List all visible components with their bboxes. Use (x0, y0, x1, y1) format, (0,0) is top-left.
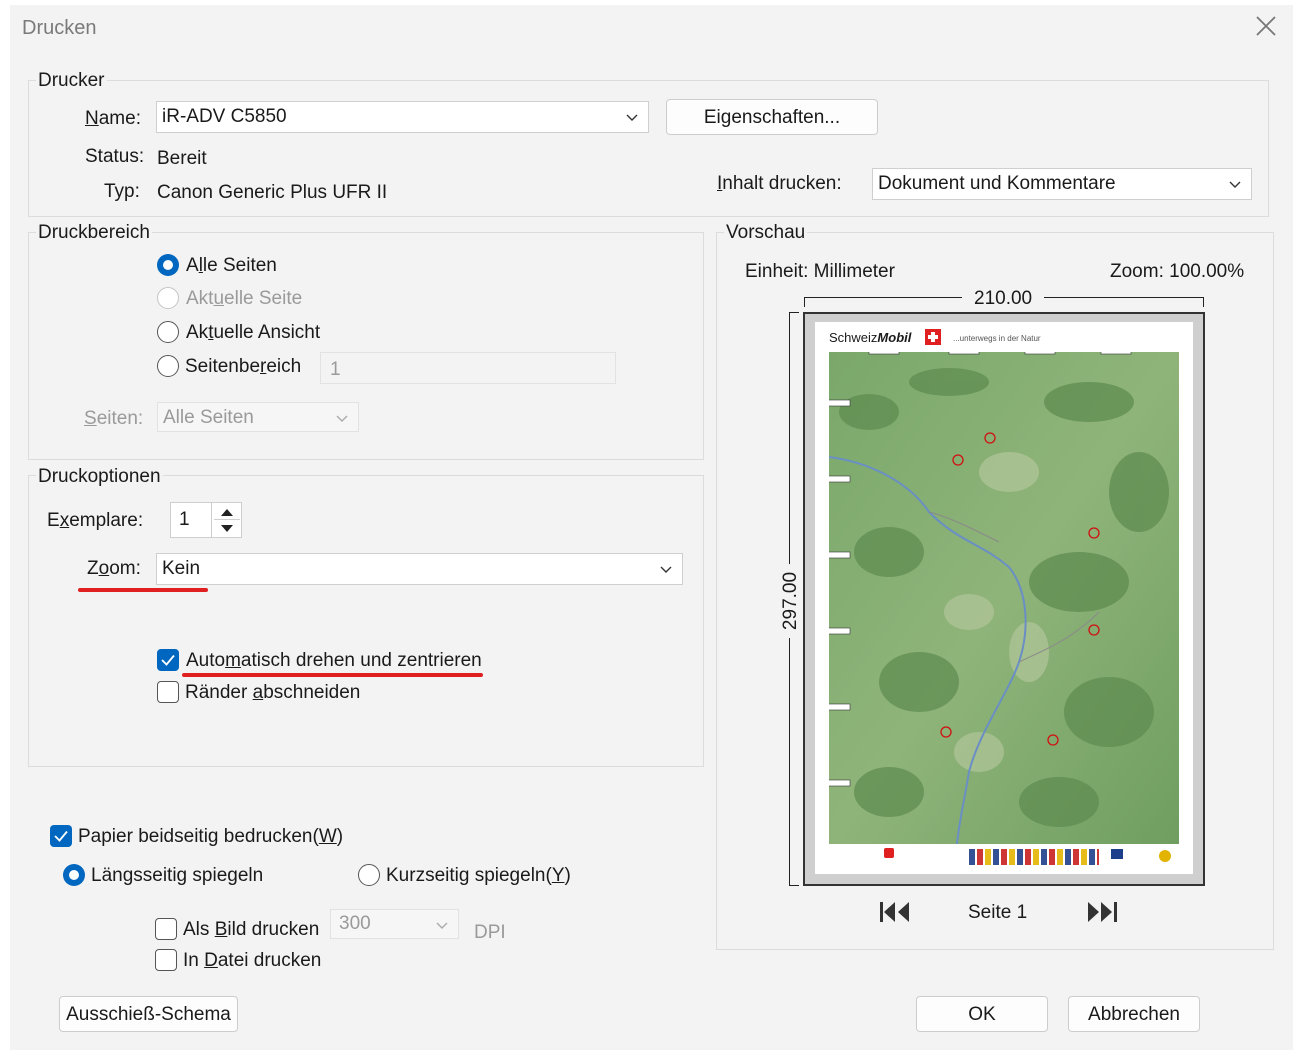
printer-name-value: iR-ADV C5850 (162, 106, 287, 127)
content-value: Dokument und Kommentare (878, 173, 1116, 194)
copies-label: Exemplare: (47, 510, 144, 531)
long-edge-label[interactable]: Längsseitig spiegeln (91, 865, 263, 887)
preview-zoom: Zoom: 100.00% (1110, 261, 1245, 282)
current-view-label[interactable]: Aktuelle Ansicht (186, 322, 320, 344)
checkmark-icon (54, 830, 68, 842)
pages-value: Alle Seiten (163, 407, 254, 428)
type-label: Typ: (104, 181, 140, 202)
as-image-checkbox[interactable] (155, 918, 177, 940)
print-range-legend: Druckbereich (36, 222, 152, 244)
map-tagline: ...unterwegs in der Natur (953, 334, 1041, 343)
dpi-select[interactable]: 300 (330, 909, 459, 939)
checkmark-icon (161, 654, 175, 666)
name-label: Name: (85, 108, 141, 129)
zoom-annotation-underline (78, 588, 208, 592)
map-footer (829, 846, 1179, 870)
chevron-down-icon (626, 114, 638, 121)
properties-button-label: Eigenschaften... (703, 107, 841, 128)
short-edge-label[interactable]: Kurzseitig spiegeln(Y) (386, 865, 571, 887)
copies-spinner[interactable] (211, 503, 242, 537)
duplex-checkbox[interactable] (50, 825, 72, 847)
to-file-checkbox[interactable] (155, 949, 177, 971)
all-pages-label[interactable]: Alle Seiten (186, 255, 277, 277)
page-indicator: Seite 1 (968, 902, 1028, 923)
topographic-map (829, 352, 1179, 844)
imposition-button[interactable]: Ausschieß-Schema (59, 996, 238, 1032)
next-page-icon[interactable] (1086, 900, 1118, 924)
chevron-down-icon (436, 922, 448, 929)
chevron-down-icon (336, 415, 348, 422)
content-label: Inhalt drucken: (717, 173, 842, 194)
printer-name-select[interactable]: iR-ADV C5850 (156, 101, 649, 133)
page-sheet: SchweizMobil ...unterwegs in der Natur (815, 322, 1193, 874)
preview-legend: Vorschau (724, 222, 808, 244)
content-select[interactable]: Dokument und Kommentare (872, 168, 1252, 200)
preview-unit: Einheit: Millimeter (745, 261, 895, 282)
schweiz-logo (1159, 850, 1171, 862)
imposition-button-label: Ausschieß-Schema (66, 1004, 231, 1025)
map-brand: Schweiz (829, 330, 878, 345)
long-edge-radio[interactable] (63, 864, 85, 886)
ok-button[interactable]: OK (916, 996, 1048, 1032)
close-icon[interactable] (1252, 12, 1280, 40)
dpi-value: 300 (339, 913, 371, 934)
auto-rotate-checkbox[interactable] (157, 649, 179, 671)
duplex-label[interactable]: Papier beidseitig bedrucken(W) (78, 826, 343, 848)
page-range-value: 1 (330, 359, 341, 380)
status-label: Status: (85, 146, 145, 167)
pages-label: Seiten: (84, 408, 144, 429)
chevron-down-icon (660, 566, 672, 573)
auto-rotate-label[interactable]: Automatisch drehen und zentrieren (186, 650, 482, 672)
current-page-radio[interactable] (157, 287, 179, 309)
spin-up-icon[interactable] (220, 507, 234, 517)
status-value: Bereit (157, 148, 207, 169)
copies-input[interactable]: 1 (170, 502, 242, 538)
map-header: SchweizMobil (829, 330, 911, 345)
pages-select[interactable]: Alle Seiten (157, 402, 359, 432)
ok-button-label: OK (968, 1004, 996, 1025)
page-range-input[interactable]: 1 (320, 352, 616, 384)
canton-flags (969, 849, 1099, 865)
copies-value: 1 (179, 509, 190, 530)
map-brand-bold: Mobil (877, 330, 912, 345)
title-bar (10, 5, 1293, 53)
swiss-cross-logo (925, 329, 941, 345)
as-image-label[interactable]: Als Bild drucken (183, 919, 319, 941)
footer-swiss-logo (884, 848, 894, 858)
spin-down-icon[interactable] (220, 524, 234, 534)
auto-rotate-annotation-underline (182, 673, 483, 677)
dpi-label: DPI (474, 922, 506, 943)
page-preview: SchweizMobil ...unterwegs in der Natur (803, 312, 1205, 886)
current-view-radio[interactable] (157, 321, 179, 343)
cancel-button[interactable]: Abbrechen (1068, 996, 1200, 1032)
print-options-legend: Druckoptionen (36, 466, 163, 488)
to-file-label[interactable]: In Datei drucken (183, 950, 321, 972)
crop-margins-checkbox[interactable] (157, 681, 179, 703)
properties-button[interactable]: Eigenschaften... (666, 99, 878, 135)
page-range-radio[interactable] (157, 355, 179, 377)
dialog-title: Drucken (22, 17, 97, 39)
printer-legend: Drucker (36, 70, 107, 92)
zoom-select[interactable]: Kein (156, 553, 683, 585)
cancel-button-label: Abbrechen (1088, 1004, 1180, 1025)
swiss-flag-icon (1111, 849, 1123, 859)
current-page-label[interactable]: Aktuelle Seite (186, 288, 302, 310)
short-edge-radio[interactable] (358, 864, 380, 886)
chevron-down-icon (1229, 181, 1241, 188)
crop-margins-label[interactable]: Ränder abschneiden (185, 682, 360, 704)
page-range-label[interactable]: Seitenbereich (185, 356, 301, 378)
preview-width: 210.00 (962, 288, 1045, 310)
zoom-value: Kein (162, 558, 201, 579)
zoom-label: Zoom: (87, 558, 141, 579)
preview-height: 297.00 (780, 563, 803, 639)
type-value: Canon Generic Plus UFR II (157, 182, 388, 203)
previous-page-icon[interactable] (879, 900, 911, 924)
all-pages-radio[interactable] (157, 254, 179, 276)
